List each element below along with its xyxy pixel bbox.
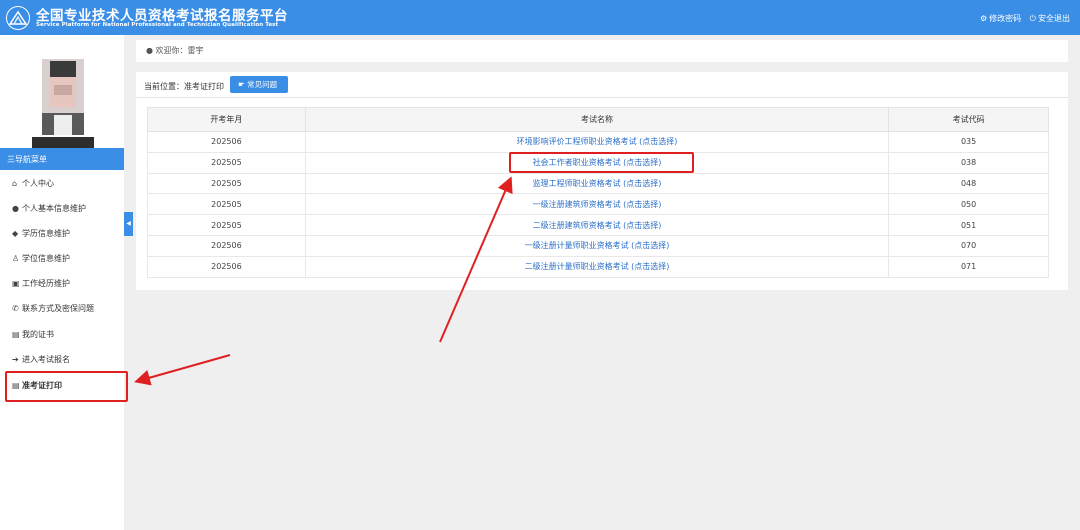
annotation-arrows [134,176,513,386]
arrow-to-nav-item [134,354,231,386]
arrow-to-exam-row [439,176,513,343]
